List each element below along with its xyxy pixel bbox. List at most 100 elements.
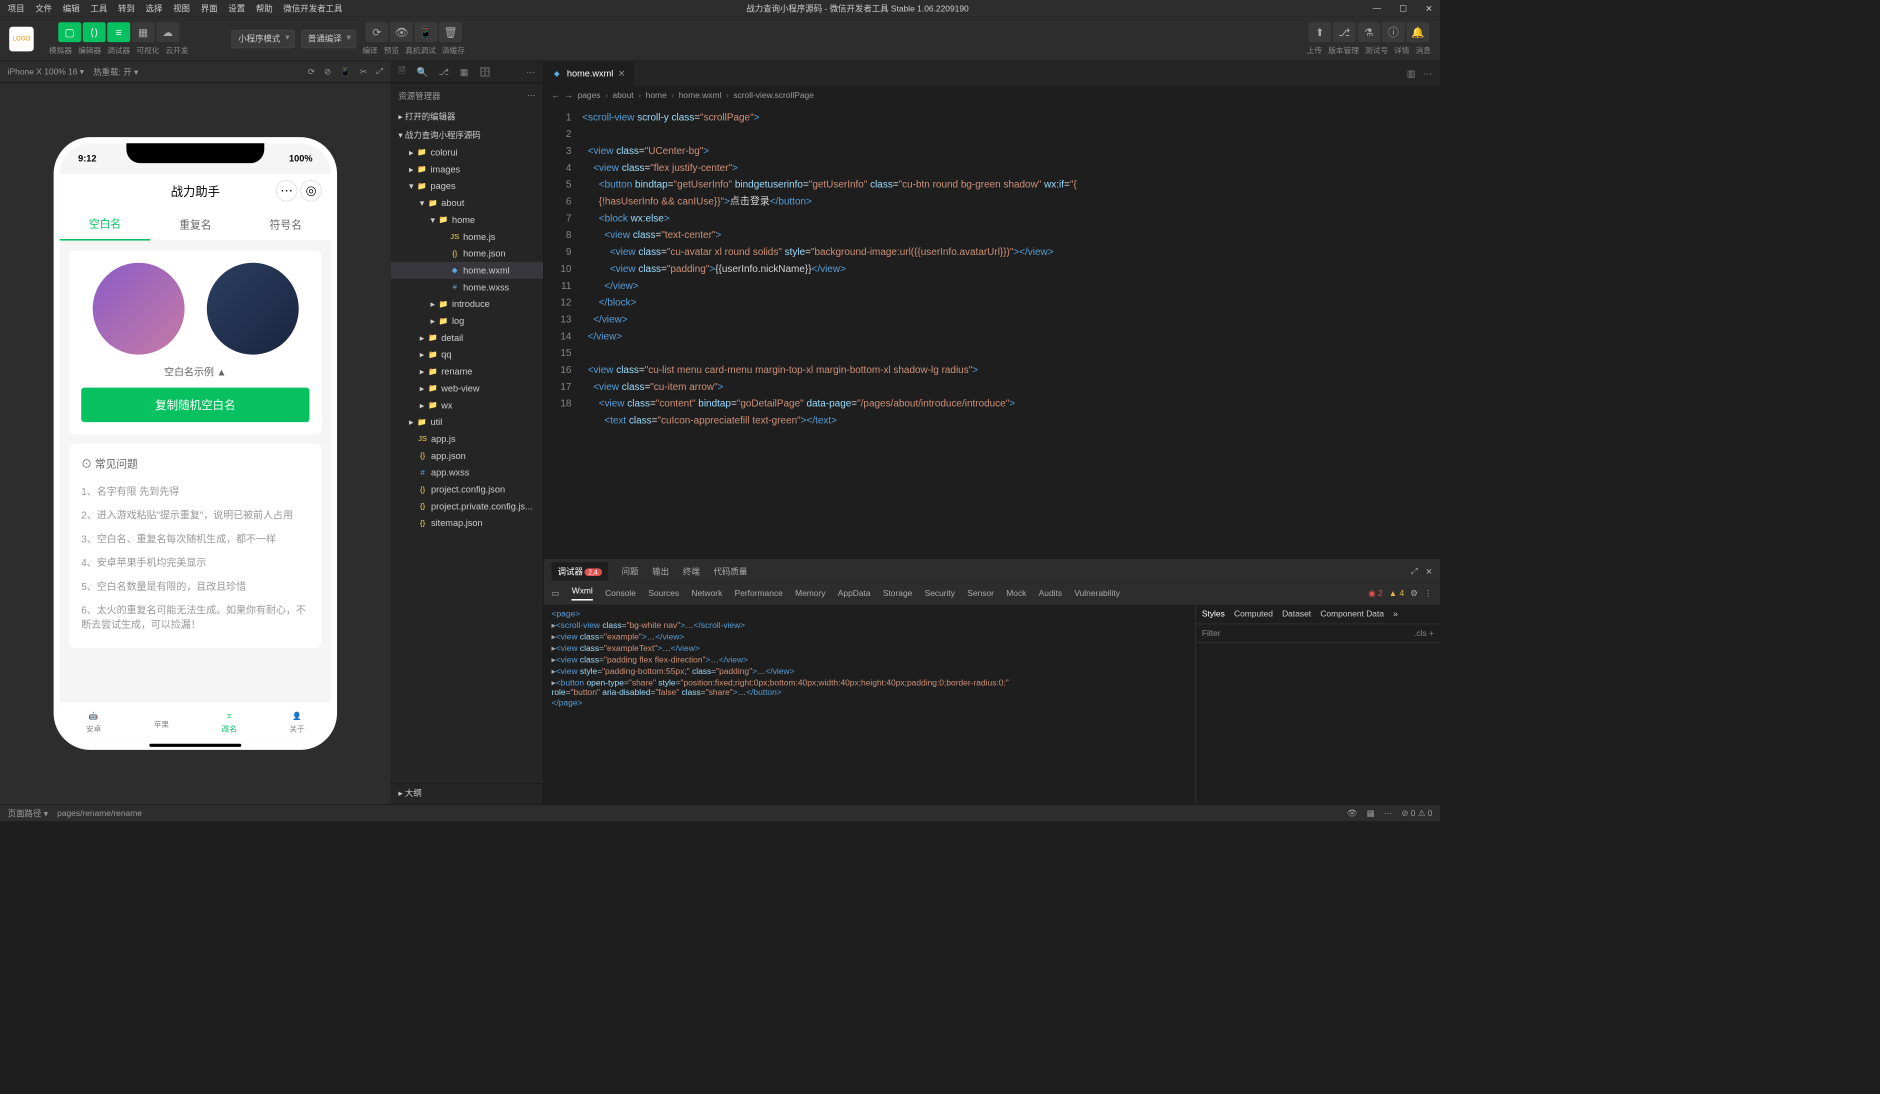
crumb-item[interactable]: home bbox=[646, 91, 667, 100]
cloud-button[interactable]: ☁ bbox=[156, 22, 179, 42]
sidetab-dataset[interactable]: Dataset bbox=[1282, 609, 1311, 618]
devtools-settings-icon[interactable]: ⚙ bbox=[1410, 588, 1418, 598]
project-section[interactable]: ▾ 战力查询小程序源码 bbox=[391, 126, 543, 144]
simulator-button[interactable]: ▢ bbox=[58, 22, 81, 42]
crumb-item[interactable]: home.wxml bbox=[679, 91, 722, 100]
test-button[interactable]: ⚗ bbox=[1357, 22, 1380, 42]
tree-item-pages[interactable]: ▾ 📁 pages bbox=[391, 178, 543, 195]
tree-item-project.private.config.js...[interactable]: {} project.private.config.js... bbox=[391, 498, 543, 515]
phone-target-icon[interactable]: ◎ bbox=[300, 180, 321, 201]
explorer-db-icon[interactable]: 🗄 bbox=[479, 66, 491, 77]
tree-item-sitemap.json[interactable]: {} sitemap.json bbox=[391, 515, 543, 532]
tree-item-home.json[interactable]: {} home.json bbox=[391, 245, 543, 262]
crumb-item[interactable]: pages bbox=[578, 91, 601, 100]
inspect-icon[interactable]: ▭ bbox=[552, 588, 560, 598]
devtools-pop-icon[interactable]: ⤢ bbox=[1411, 566, 1418, 576]
crumb-fwd-icon[interactable]: → bbox=[565, 91, 573, 100]
outline-section[interactable]: ▸ 大纲 bbox=[391, 783, 543, 804]
sim-pop-icon[interactable]: ⤢ bbox=[376, 67, 383, 77]
version-button[interactable]: ⎇ bbox=[1333, 22, 1356, 42]
explorer-search-icon[interactable]: 🔍 bbox=[416, 66, 427, 77]
tree-item-web-view[interactable]: ▸ 📁 web-view bbox=[391, 380, 543, 397]
devtools-close-icon[interactable]: ✕ bbox=[1425, 566, 1432, 576]
phone-tab-blank[interactable]: 空白名 bbox=[60, 208, 150, 241]
debugger-button[interactable]: ≡ bbox=[107, 22, 130, 42]
devtools-more-icon[interactable]: ⋮ bbox=[1424, 588, 1432, 598]
subtab-sources[interactable]: Sources bbox=[648, 589, 679, 598]
explorer-files-icon[interactable]: 🗎 bbox=[398, 64, 405, 80]
sim-refresh-icon[interactable]: ⟳ bbox=[308, 67, 315, 77]
editor-button[interactable]: ⟨⟩ bbox=[83, 22, 106, 42]
subtab-perf[interactable]: Performance bbox=[735, 589, 783, 598]
menu-wechat-devtools[interactable]: 微信开发者工具 bbox=[279, 2, 347, 14]
tree-item-qq[interactable]: ▸ 📁 qq bbox=[391, 346, 543, 363]
details-button[interactable]: ⓘ bbox=[1382, 22, 1405, 42]
editor-tab-home-wxml[interactable]: ◆ home.wxml ✕ bbox=[544, 61, 634, 86]
sim-cut-icon[interactable]: ✂ bbox=[360, 67, 367, 77]
sim-mute-icon[interactable]: ⊘ bbox=[324, 67, 331, 77]
page-path-label[interactable]: 页面路径 ▾ bbox=[8, 807, 48, 819]
bottom-tab-apple[interactable]: 苹果 bbox=[128, 702, 196, 744]
sidetab-styles[interactable]: Styles bbox=[1202, 609, 1225, 618]
menu-tools[interactable]: 工具 bbox=[86, 2, 112, 14]
tree-item-home.js[interactable]: JS home.js bbox=[391, 228, 543, 245]
phone-menu-icon[interactable]: ⋯ bbox=[276, 180, 297, 201]
devtab-terminal[interactable]: 终端 bbox=[683, 565, 700, 577]
tree-item-app.json[interactable]: {} app.json bbox=[391, 447, 543, 464]
subtab-mock[interactable]: Mock bbox=[1006, 589, 1026, 598]
explorer-git-icon[interactable]: ⎇ bbox=[439, 66, 450, 77]
dom-tree[interactable]: <page> ▸<scroll-view class="bg-white nav… bbox=[544, 604, 1195, 804]
preview-button[interactable]: 👁 bbox=[390, 22, 413, 42]
error-count[interactable]: ◉ 2 bbox=[1368, 588, 1382, 598]
device-select[interactable]: iPhone X 100% 16 ▾ bbox=[8, 67, 84, 77]
warn-count[interactable]: ▲ 4 bbox=[1389, 589, 1404, 598]
tree-item-app.js[interactable]: JS app.js bbox=[391, 430, 543, 447]
tree-item-util[interactable]: ▸ 📁 util bbox=[391, 414, 543, 431]
mode-select[interactable]: 小程序模式 bbox=[231, 29, 295, 47]
tree-item-about[interactable]: ▾ 📁 about bbox=[391, 195, 543, 212]
devtab-debugger[interactable]: 调试器2,4 bbox=[552, 562, 608, 580]
menu-help[interactable]: 帮助 bbox=[251, 2, 277, 14]
sidetab-compdata[interactable]: Component Data bbox=[1320, 609, 1384, 618]
open-editors-section[interactable]: ▸ 打开的编辑器 bbox=[391, 107, 543, 125]
phone-tab-dup[interactable]: 重复名 bbox=[150, 208, 240, 241]
upload-button[interactable]: ⬆ bbox=[1308, 22, 1331, 42]
explorer-ext-icon[interactable]: ▦ bbox=[460, 66, 469, 77]
status-errors[interactable]: ⊘ 0 ⚠ 0 bbox=[1401, 808, 1432, 818]
bottom-tab-android[interactable]: 🤖安卓 bbox=[60, 702, 128, 744]
status-grid-icon[interactable]: ▦ bbox=[1367, 808, 1375, 818]
split-editor-icon[interactable]: ▥ bbox=[1407, 68, 1416, 79]
subtab-memory[interactable]: Memory bbox=[795, 589, 825, 598]
copy-random-button[interactable]: 复制随机空白名 bbox=[81, 388, 309, 422]
messages-button[interactable]: 🔔 bbox=[1406, 22, 1429, 42]
compile-button[interactable]: ⟳ bbox=[365, 22, 388, 42]
crumb-item[interactable]: scroll-view.scrollPage bbox=[733, 91, 814, 100]
styles-cls-button[interactable]: .cls + bbox=[1414, 629, 1434, 638]
styles-filter-input[interactable]: Filter bbox=[1202, 629, 1221, 638]
sidetab-computed[interactable]: Computed bbox=[1234, 609, 1273, 618]
remote-debug-button[interactable]: 📱 bbox=[414, 22, 437, 42]
subtab-security[interactable]: Security bbox=[925, 589, 955, 598]
tree-item-home[interactable]: ▾ 📁 home bbox=[391, 211, 543, 228]
menu-view[interactable]: 视图 bbox=[169, 2, 195, 14]
tree-item-rename[interactable]: ▸ 📁 rename bbox=[391, 363, 543, 380]
menu-settings[interactable]: 设置 bbox=[224, 2, 250, 14]
subtab-network[interactable]: Network bbox=[691, 589, 722, 598]
devtab-output[interactable]: 输出 bbox=[652, 565, 669, 577]
subtab-storage[interactable]: Storage bbox=[883, 589, 913, 598]
menu-goto[interactable]: 转到 bbox=[113, 2, 139, 14]
tree-item-wx[interactable]: ▸ 📁 wx bbox=[391, 397, 543, 414]
window-maximize-icon[interactable]: ☐ bbox=[1395, 3, 1412, 13]
status-eye-icon[interactable]: 👁 bbox=[1347, 808, 1358, 818]
crumb-back-icon[interactable]: ← bbox=[552, 91, 560, 100]
tree-item-app.wxss[interactable]: # app.wxss bbox=[391, 464, 543, 481]
tree-item-home.wxss[interactable]: # home.wxss bbox=[391, 279, 543, 296]
subtab-vuln[interactable]: Vulnerability bbox=[1074, 589, 1120, 598]
menu-project[interactable]: 项目 bbox=[3, 2, 29, 14]
tree-item-log[interactable]: ▸ 📁 log bbox=[391, 313, 543, 330]
menu-ui[interactable]: 界面 bbox=[196, 2, 222, 14]
subtab-audits[interactable]: Audits bbox=[1039, 589, 1062, 598]
phone-tab-sym[interactable]: 符号名 bbox=[241, 208, 331, 241]
tree-item-detail[interactable]: ▸ 📁 detail bbox=[391, 329, 543, 346]
explorer-more-icon[interactable]: ⋯ bbox=[526, 66, 535, 77]
